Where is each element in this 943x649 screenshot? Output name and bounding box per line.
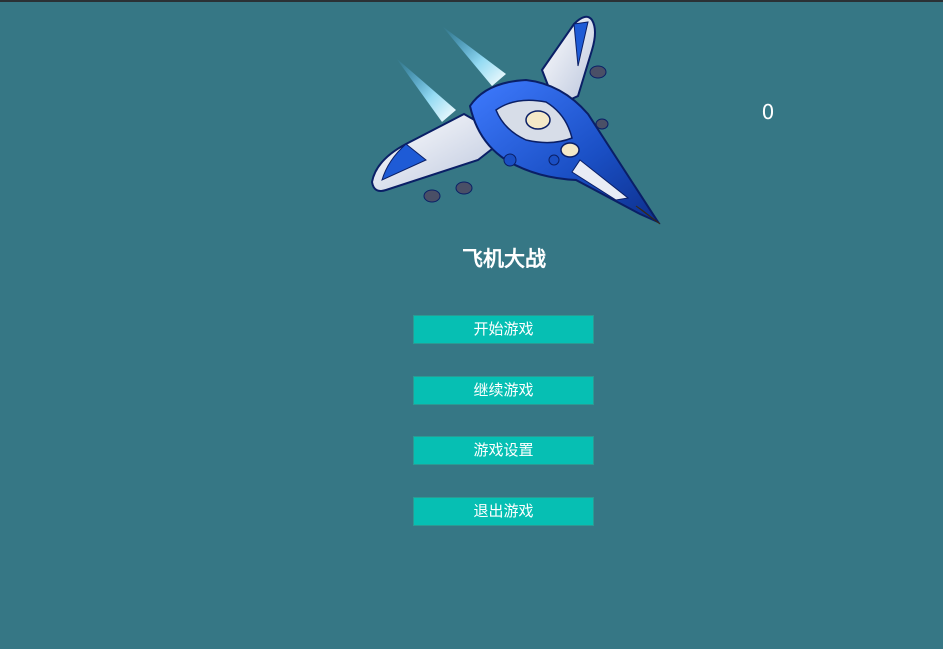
start-game-button[interactable]: 开始游戏 — [413, 315, 594, 344]
fighter-jet-image — [370, 15, 661, 225]
engine-flame-right — [442, 26, 506, 86]
engine-flame-left — [396, 58, 456, 122]
continue-game-button[interactable]: 继续游戏 — [413, 376, 594, 405]
exit-game-button[interactable]: 退出游戏 — [413, 497, 594, 526]
game-title: 飞机大战 — [462, 247, 546, 271]
score-display: 0 — [761, 100, 775, 124]
jet-cockpit — [525, 110, 551, 130]
game-settings-button[interactable]: 游戏设置 — [413, 436, 594, 465]
window-top-edge — [0, 0, 943, 2]
